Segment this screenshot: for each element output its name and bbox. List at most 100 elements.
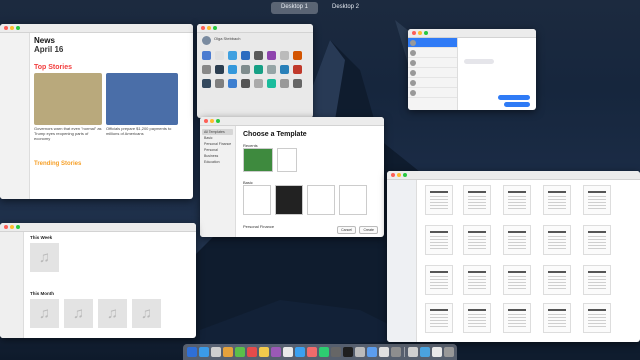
document-thumbnail[interactable] [425,225,453,255]
avatar[interactable] [202,36,211,45]
document-thumbnail[interactable] [463,265,491,295]
dock-app-icon[interactable] [443,347,454,357]
prefs-icon[interactable] [228,51,237,60]
dock-app-icon[interactable] [306,347,317,357]
document-thumbnail[interactable] [543,303,571,333]
dock-app-icon[interactable] [419,347,430,357]
album-art[interactable]: ♫ [98,299,127,328]
prefs-icon[interactable] [202,79,211,88]
create-button[interactable]: Create [359,226,378,234]
template-thumb[interactable] [243,148,273,172]
dock-app-icon[interactable] [222,347,233,357]
document-thumbnail[interactable] [583,225,611,255]
document-thumbnail[interactable] [425,265,453,295]
document-thumbnail[interactable] [583,265,611,295]
conversation-row[interactable] [408,78,457,88]
conversation-row[interactable] [408,58,457,68]
album-art[interactable]: ♫ [132,299,161,328]
prefs-icon[interactable] [241,79,250,88]
document-thumbnail[interactable] [543,225,571,255]
space-desktop-1[interactable]: Desktop 1 [270,2,318,14]
messages-window[interactable] [408,29,536,110]
prefs-icon[interactable] [215,65,224,74]
dock-app-icon[interactable] [431,347,442,357]
dock-app-icon[interactable] [246,347,257,357]
template-thumb[interactable] [277,148,297,172]
prefs-icon[interactable] [202,51,211,60]
document-thumbnail[interactable] [463,185,491,215]
dock-app-icon[interactable] [366,347,377,357]
prefs-icon[interactable] [280,65,289,74]
dock-app-icon[interactable] [282,347,293,357]
news-window[interactable]: News April 16 Top Stories Governors warn… [0,24,193,199]
document-thumbnail[interactable] [503,225,531,255]
dock-app-icon[interactable] [258,347,269,357]
template-thumb[interactable] [307,185,335,215]
dock-app-icon[interactable] [378,347,389,357]
prefs-icon[interactable] [215,51,224,60]
pages-template-window[interactable]: All Templates Basic Personal Finance Per… [200,117,384,237]
dock-app-icon[interactable] [294,347,305,357]
document-thumbnail[interactable] [503,185,531,215]
album-art[interactable]: ♫ [30,299,59,328]
album-art[interactable]: ♫ [64,299,93,328]
prefs-icon[interactable] [228,65,237,74]
prefs-icon[interactable] [215,79,224,88]
dock-app-icon[interactable] [354,347,365,357]
dock-app-icon[interactable] [318,347,329,357]
trending-heading: Trending Stories [34,161,82,168]
conversation-row[interactable] [408,88,457,98]
dock-app-icon[interactable] [270,347,281,357]
document-thumbnail[interactable] [425,303,453,333]
album-art[interactable]: ♫ [30,243,59,272]
finder-window[interactable] [387,171,640,342]
dock-app-icon[interactable] [210,347,221,357]
document-thumbnail[interactable] [503,265,531,295]
document-thumbnail[interactable] [583,303,611,333]
document-thumbnail[interactable] [503,303,531,333]
story-image-2[interactable] [106,73,178,125]
cancel-button[interactable]: Cancel [337,226,356,234]
headline-1[interactable]: Governors warn that even "normal" as Tru… [34,126,102,141]
conversation-row[interactable] [408,68,457,78]
template-thumb[interactable] [275,185,303,215]
dock-app-icon[interactable] [390,347,401,357]
dock-app-icon[interactable] [198,347,209,357]
prefs-icon[interactable] [241,65,250,74]
prefs-icon[interactable] [241,51,250,60]
document-thumbnail[interactable] [463,225,491,255]
conversation-row[interactable] [408,48,457,58]
space-desktop-2[interactable]: Desktop 2 [322,2,369,14]
prefs-icon[interactable] [254,65,263,74]
dock-app-icon[interactable] [407,347,418,357]
dock-app-icon[interactable] [342,347,353,357]
prefs-icon[interactable] [267,51,276,60]
prefs-icon[interactable] [280,79,289,88]
prefs-icon[interactable] [293,65,302,74]
dock-app-icon[interactable] [186,347,197,357]
prefs-icon[interactable] [293,79,302,88]
prefs-icon[interactable] [254,51,263,60]
music-window[interactable]: This Week ♫ This Month ♫ ♫ ♫ ♫ [0,223,196,338]
headline-2[interactable]: Officials prepare $1,200 payments to mil… [106,126,178,141]
prefs-icon[interactable] [228,79,237,88]
document-thumbnail[interactable] [425,185,453,215]
template-thumb[interactable] [243,185,271,215]
system-preferences-window[interactable]: Olga Stebbach [197,24,313,118]
template-thumb[interactable] [339,185,367,215]
prefs-icon[interactable] [202,65,211,74]
dock-app-icon[interactable] [234,347,245,357]
prefs-icon[interactable] [267,65,276,74]
prefs-icon[interactable] [267,79,276,88]
dock-app-icon[interactable] [330,347,341,357]
document-thumbnail[interactable] [583,185,611,215]
story-image-1[interactable] [34,73,102,125]
conversation-row[interactable] [408,38,457,48]
prefs-icon[interactable] [254,79,263,88]
document-thumbnail[interactable] [543,265,571,295]
prefs-icon[interactable] [280,51,289,60]
prefs-icon[interactable] [293,51,302,60]
document-thumbnail[interactable] [463,303,491,333]
sidebar-item-education[interactable]: Education [202,159,233,165]
document-thumbnail[interactable] [543,185,571,215]
